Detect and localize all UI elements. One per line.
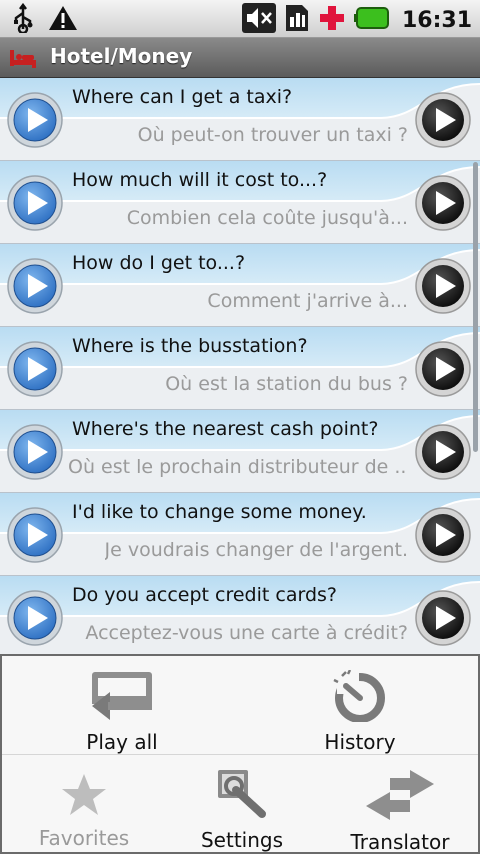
play-english-button[interactable] <box>6 423 64 481</box>
warning-icon <box>48 4 78 36</box>
usb-icon <box>10 2 36 37</box>
title-bar: Hotel/Money <box>0 38 480 78</box>
play-french-button[interactable] <box>414 423 472 481</box>
options-menu: Play all History Favorites Settings Tran… <box>0 654 480 854</box>
scrollbar[interactable] <box>473 162 478 452</box>
play-english-button[interactable] <box>6 506 64 564</box>
phrase-english: Where's the nearest cash point? <box>72 418 379 440</box>
phrase-row[interactable]: Where is the busstation? Où est la statio… <box>0 327 480 410</box>
play-french-button[interactable] <box>414 589 472 647</box>
phrase-row[interactable]: Where's the nearest cash point? Où est le… <box>0 410 480 493</box>
menu-divider <box>2 754 478 755</box>
phrase-french: Acceptez-vous une carte à crédit? <box>85 622 408 644</box>
play-french-button[interactable] <box>414 91 472 149</box>
play-french-button[interactable] <box>414 340 472 398</box>
phrase-french: Où peut-on trouver un taxi ? <box>137 124 408 146</box>
play-all-label: Play all <box>86 730 158 754</box>
clock: 16:31 <box>401 7 472 33</box>
settings-label: Settings <box>200 828 284 852</box>
page-title: Hotel/Money <box>50 44 193 68</box>
phrase-french: Où est le prochain distributeur de ... <box>68 456 408 478</box>
phrase-french: Où est la station du bus ? <box>165 373 408 395</box>
play-icon <box>7 341 63 397</box>
play-english-button[interactable] <box>6 257 64 315</box>
mute-icon <box>241 3 276 37</box>
hotel-bed-icon <box>8 46 38 74</box>
play-icon <box>7 424 63 480</box>
phrase-row[interactable]: I'd like to change some money. Je voudrai… <box>0 493 480 576</box>
play-french-button[interactable] <box>414 506 472 564</box>
phrase-english: How do I get to...? <box>72 252 246 274</box>
star-icon <box>59 774 109 822</box>
play-icon <box>415 590 471 646</box>
play-english-button[interactable] <box>6 589 64 647</box>
swap-arrows-icon <box>364 770 436 826</box>
phrase-english: Where is the busstation? <box>72 335 308 357</box>
play-icon <box>7 507 63 563</box>
play-icon <box>415 258 471 314</box>
phrase-row[interactable]: How much will it cost to...? Combien cela… <box>0 161 480 244</box>
status-bar: 16:31 <box>0 0 480 38</box>
phrase-french: Je voudrais changer de l'argent. <box>104 539 408 561</box>
play-icon <box>415 424 471 480</box>
play-icon <box>415 92 471 148</box>
play-icon <box>415 341 471 397</box>
phrase-list[interactable]: Where can I get a taxi? Où peut-on trouve… <box>0 78 480 654</box>
play-all-button[interactable]: Play all <box>62 670 182 754</box>
phrase-row[interactable]: Where can I get a taxi? Où peut-on trouve… <box>0 78 480 161</box>
settings-button[interactable]: Settings <box>182 768 302 852</box>
wrench-magnifier-icon <box>214 770 270 824</box>
phrase-english: I'd like to change some money. <box>72 501 367 523</box>
translator-button[interactable]: Translator <box>340 768 460 854</box>
favorites-button[interactable]: Favorites <box>24 772 144 850</box>
play-icon <box>415 507 471 563</box>
favorites-label: Favorites <box>38 826 130 850</box>
medical-cross-icon <box>318 4 346 36</box>
phrase-english: How much will it cost to...? <box>72 169 328 191</box>
phrase-english: Where can I get a taxi? <box>72 86 293 108</box>
history-button[interactable]: History <box>300 669 420 754</box>
play-french-button[interactable] <box>414 257 472 315</box>
phrase-french: Combien cela coûte jusqu'à... <box>126 207 408 229</box>
play-english-button[interactable] <box>6 91 64 149</box>
play-english-button[interactable] <box>6 174 64 232</box>
history-label: History <box>324 730 396 754</box>
play-icon <box>7 590 63 646</box>
play-french-button[interactable] <box>414 174 472 232</box>
repeat-play-icon <box>90 672 154 726</box>
play-icon <box>7 175 63 231</box>
phrase-french: Comment j'arrive à... <box>207 290 408 312</box>
play-icon <box>415 175 471 231</box>
play-icon <box>7 258 63 314</box>
phrase-row[interactable]: Do you accept credit cards? Acceptez-vous… <box>0 576 480 654</box>
translator-label: Translator <box>350 830 450 854</box>
play-icon <box>7 92 63 148</box>
phrase-english: Do you accept credit cards? <box>72 584 337 606</box>
sim-icon <box>284 3 310 37</box>
history-icon <box>332 669 388 726</box>
battery-icon <box>353 6 390 34</box>
play-english-button[interactable] <box>6 340 64 398</box>
phrase-row[interactable]: How do I get to...? Comment j'arrive à... <box>0 244 480 327</box>
